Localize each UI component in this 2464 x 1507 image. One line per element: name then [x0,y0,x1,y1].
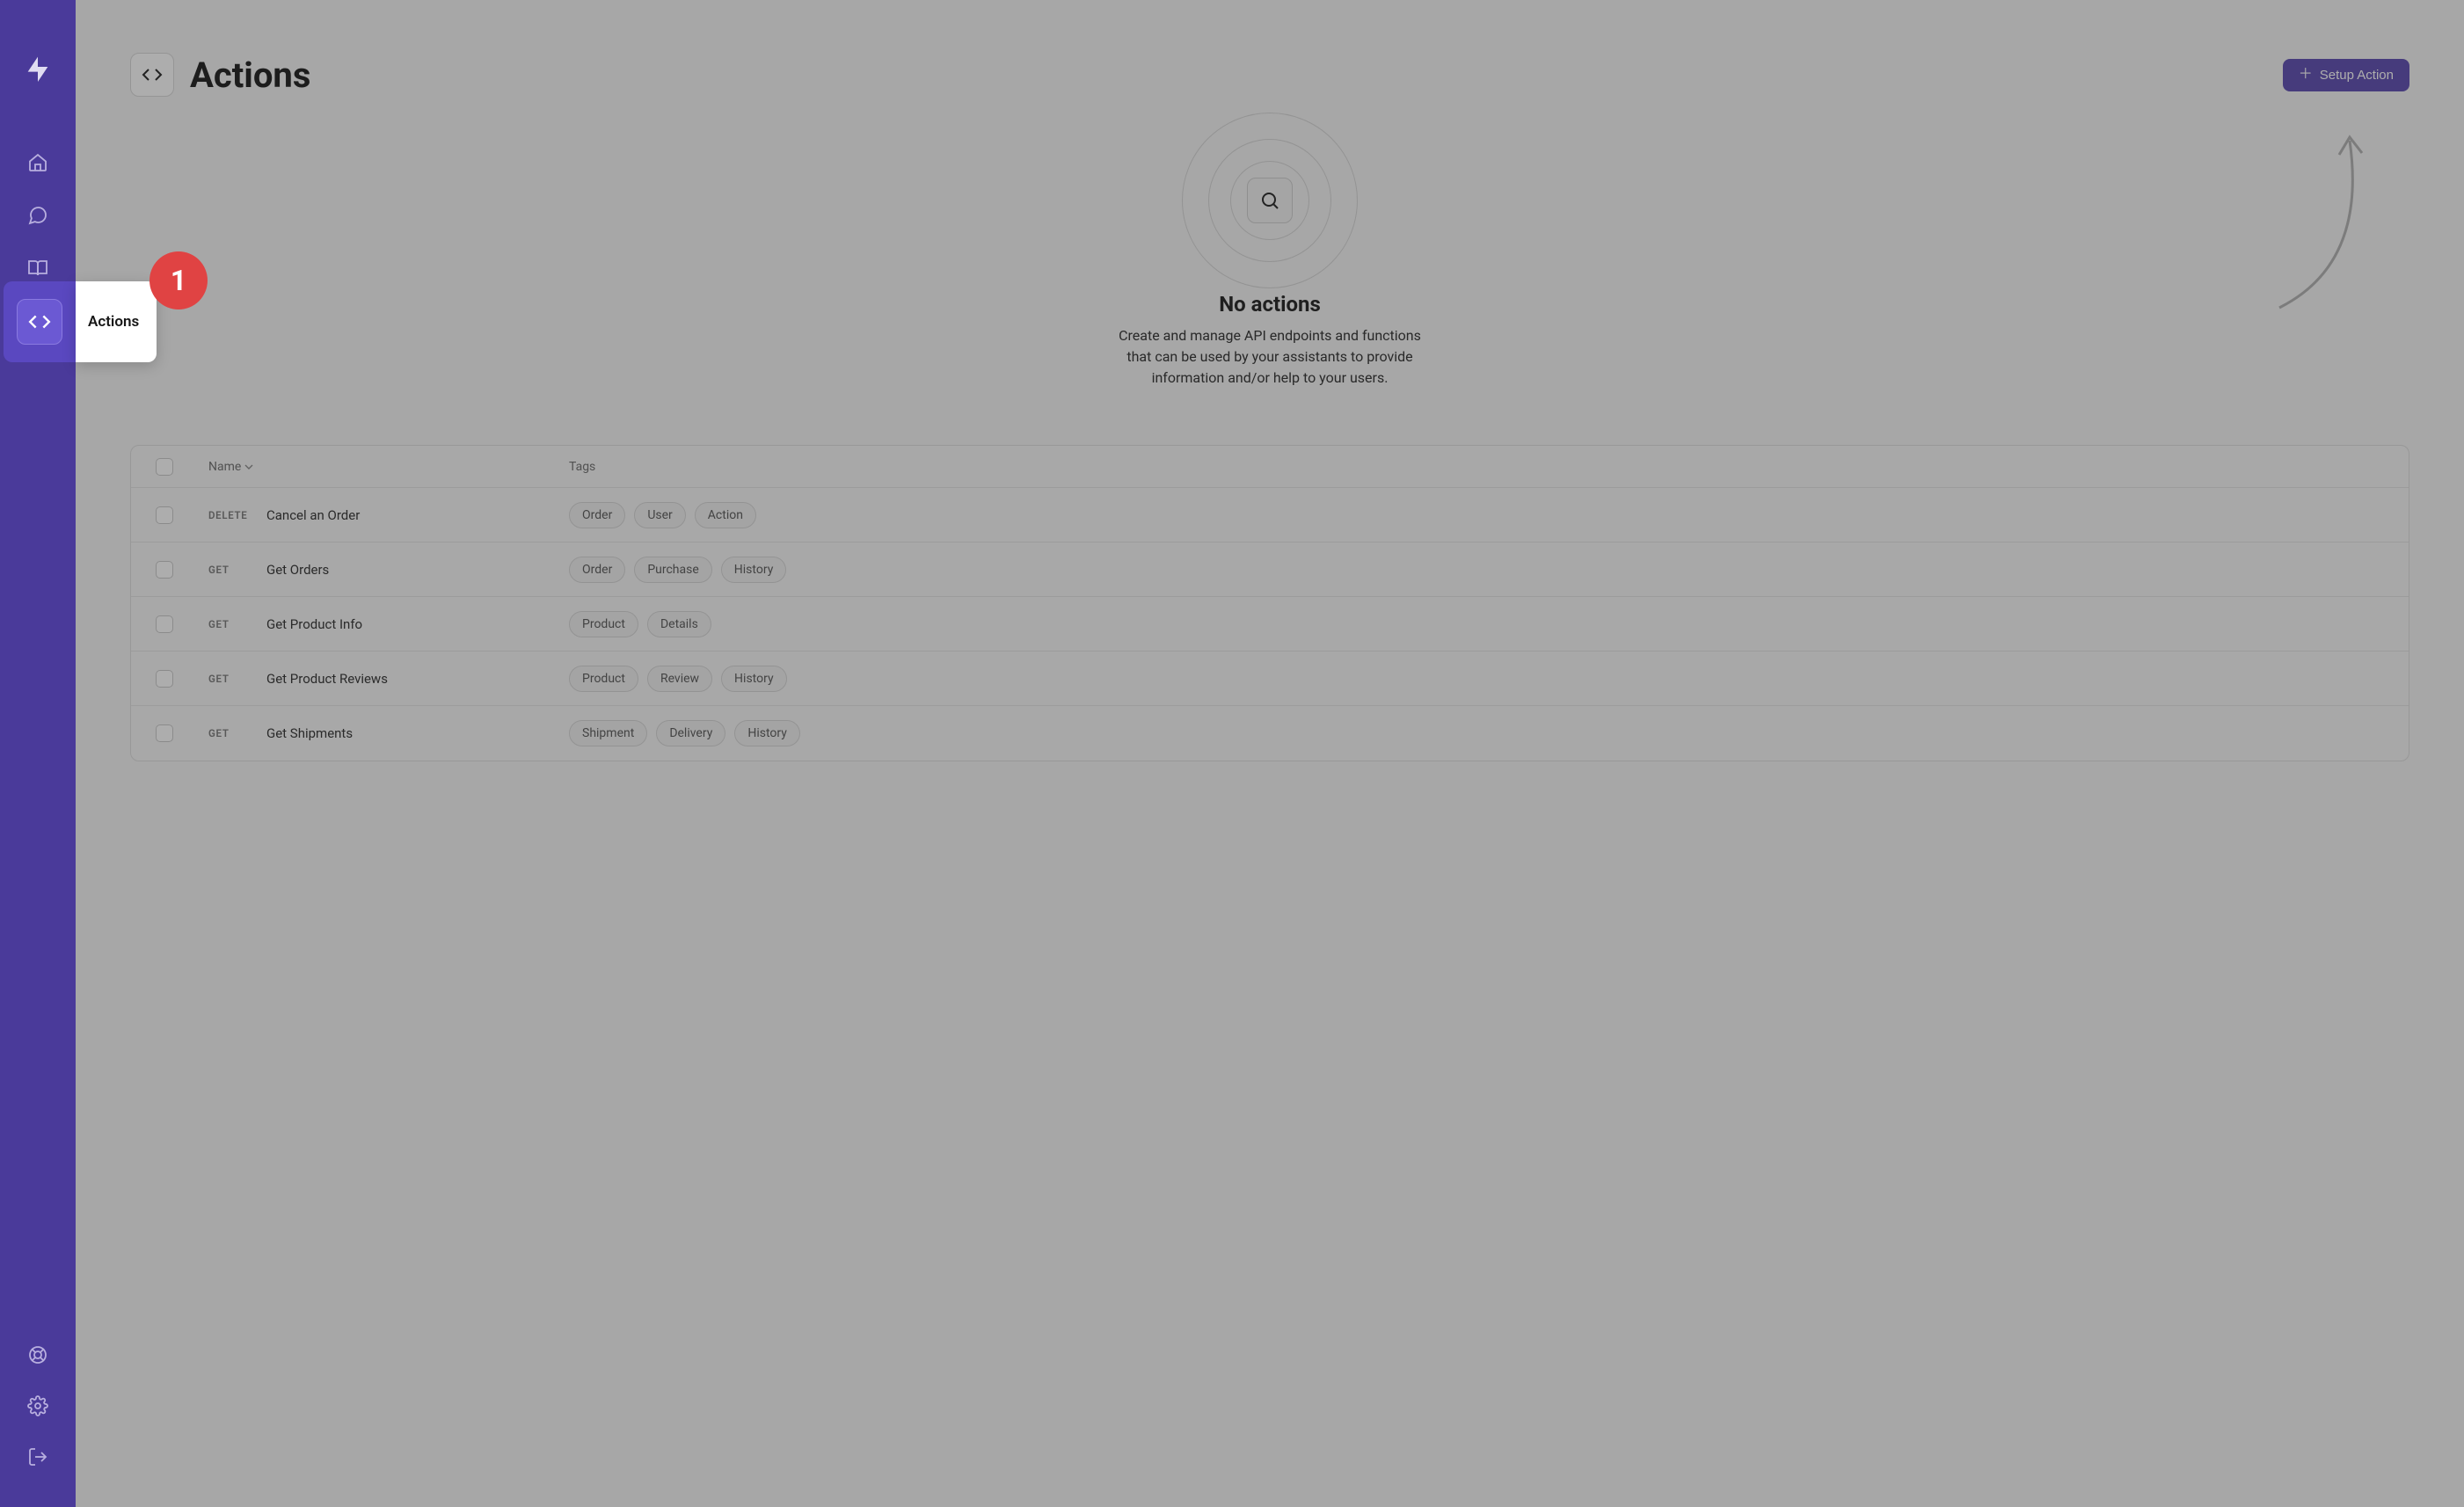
sidebar-tooltip: Actions [76,281,157,362]
method-badge: GET [208,727,251,739]
setup-action-label: Setup Action [2320,68,2394,83]
table-row[interactable]: GET Get Product Info Product Details [131,597,2409,652]
code-icon [17,299,62,345]
app-logo [22,51,54,83]
book-icon[interactable] [26,257,49,280]
select-all-checkbox[interactable] [156,458,173,476]
table-header: Name Tags [131,446,2409,488]
actions-table: Name Tags DELETE Cancel an Order Order User… [130,445,2409,761]
action-name: Get Product Info [266,616,362,632]
table-row[interactable]: GET Get Shipments Shipment Delivery History [131,706,2409,761]
tag-pill: Order [569,502,625,528]
main-content: Actions ＋ Setup Action No actions Create… [76,0,2464,1507]
table-row[interactable]: DELETE Cancel an Order Order User Action [131,488,2409,542]
table-row[interactable]: GET Get Product Reviews Product Review Histo… [131,652,2409,706]
plus-icon: ＋ [2299,68,2313,82]
row-checkbox[interactable] [156,561,173,579]
code-icon [130,53,174,97]
sidebar-tooltip-label: Actions [88,313,139,331]
tag-pill: History [721,557,787,583]
tag-pill: Product [569,611,638,637]
lifebuoy-icon[interactable] [26,1343,49,1366]
method-badge: GET [208,618,251,630]
method-badge: DELETE [208,509,251,521]
tag-pill: Product [569,666,638,692]
action-name: Get Shipments [266,725,353,741]
tag-pill: Delivery [656,720,725,746]
row-checkbox[interactable] [156,506,173,524]
tag-pill: History [721,666,787,692]
sidebar-highlight: Actions [4,281,157,362]
logout-icon[interactable] [26,1445,49,1468]
onboarding-step-badge: 1 [149,251,208,309]
setup-action-button[interactable]: ＋ Setup Action [2283,59,2409,91]
empty-state-description: Create and manage API endpoints and func… [1107,325,1432,389]
page-title: Actions [190,55,310,96]
method-badge: GET [208,564,251,576]
sidebar [0,0,76,1507]
home-icon[interactable] [26,151,49,174]
search-icon [1247,178,1293,223]
row-checkbox[interactable] [156,615,173,633]
tag-pill: Order [569,557,625,583]
row-checkbox[interactable] [156,724,173,742]
tag-pill: Action [695,502,756,528]
tag-pill: Details [647,611,711,637]
chevron-down-icon [244,462,253,471]
page-header: Actions ＋ Setup Action [130,53,2409,97]
chat-icon[interactable] [26,204,49,227]
method-badge: GET [208,673,251,685]
radar-graphic [1182,113,1358,288]
row-checkbox[interactable] [156,670,173,688]
table-row[interactable]: GET Get Orders Order Purchase History [131,542,2409,597]
tag-pill: Review [647,666,712,692]
tag-pill: Shipment [569,720,647,746]
action-name: Cancel an Order [266,507,360,523]
column-tags-label: Tags [569,460,2384,474]
tag-pill: User [634,502,685,528]
tag-pill: History [734,720,800,746]
empty-state-title: No actions [1219,292,1321,317]
column-name-sort[interactable]: Name [208,460,253,474]
action-name: Get Product Reviews [266,671,388,687]
action-name: Get Orders [266,562,329,578]
sidebar-item-actions[interactable] [4,281,76,362]
tag-pill: Purchase [634,557,711,583]
empty-state: No actions Create and manage API endpoin… [130,113,2409,389]
gear-icon[interactable] [26,1394,49,1417]
column-name-label: Name [208,460,241,474]
